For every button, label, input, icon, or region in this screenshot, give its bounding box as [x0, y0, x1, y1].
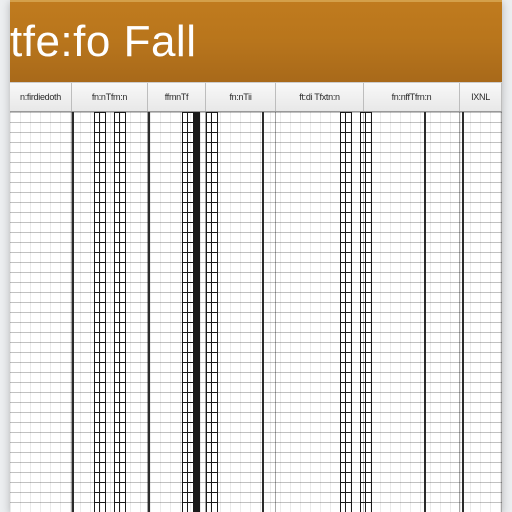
column-header[interactable]: fn:nffTfrn:n	[364, 83, 460, 111]
data-spine	[340, 112, 352, 512]
column-header[interactable]: fn:nTfm:n	[72, 83, 148, 111]
column-header[interactable]: IXNL	[460, 83, 502, 111]
column-divider	[148, 112, 150, 512]
column-divider	[262, 112, 264, 512]
column-header[interactable]: fn:nTii	[206, 83, 276, 111]
data-spine	[114, 112, 126, 512]
column-header[interactable]: ft:di Tfxtn:n	[276, 83, 364, 111]
app-window: tfe:fo Fall n:firdiedothfn:nTfm:nffmnTff…	[10, 0, 502, 512]
data-spine	[360, 112, 372, 512]
column-boundaries	[10, 112, 502, 512]
column-boundary	[72, 112, 148, 512]
data-spine	[206, 112, 218, 512]
column-divider	[72, 112, 74, 512]
title-bar: tfe:fo Fall	[10, 0, 502, 82]
column-boundary	[460, 112, 502, 512]
column-divider	[424, 112, 426, 512]
data-spine	[182, 112, 200, 512]
column-boundary	[364, 112, 460, 512]
column-header[interactable]: ffmnTf	[148, 83, 206, 111]
app-title: tfe:fo Fall	[10, 17, 196, 67]
spreadsheet-grid[interactable]	[10, 112, 502, 512]
column-header-row: n:firdiedothfn:nTfm:nffmnTffn:nTiift:di …	[10, 82, 502, 112]
data-spine	[94, 112, 106, 512]
column-boundary	[10, 112, 72, 512]
column-header[interactable]: n:firdiedoth	[10, 83, 72, 111]
column-divider	[462, 112, 464, 512]
